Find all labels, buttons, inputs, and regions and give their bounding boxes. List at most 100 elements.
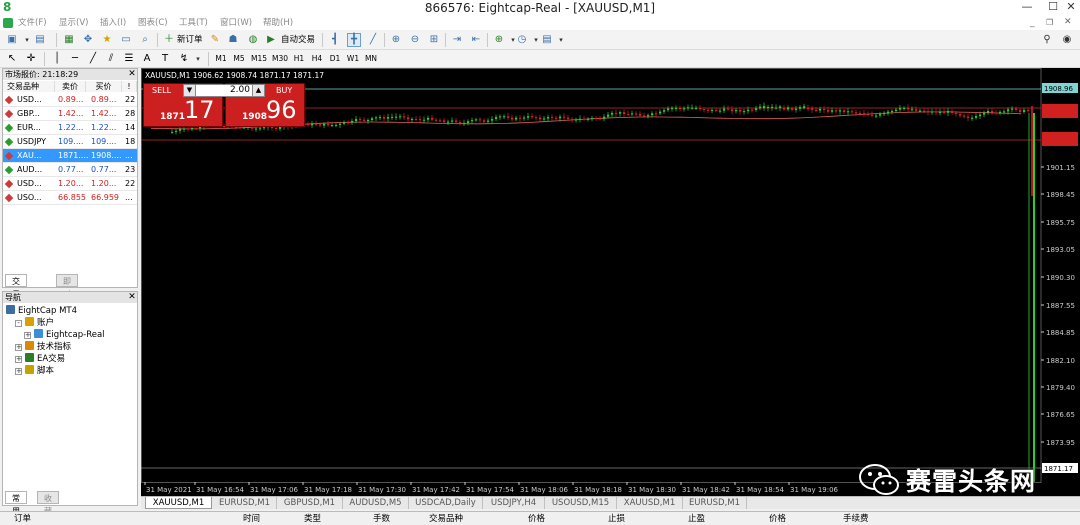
minimize-button[interactable]: —	[1014, 0, 1040, 14]
tab-favorites[interactable]: 收藏夹	[37, 491, 59, 525]
mdi-minimize-icon[interactable]: _	[1030, 18, 1035, 28]
market-icon[interactable]: ◍	[246, 33, 260, 47]
market-watch-row[interactable]: EUR... 1.22... 1.22... 14	[3, 121, 137, 135]
collapse-icon[interactable]: -	[15, 320, 22, 327]
close-button[interactable]: ✕	[1058, 0, 1080, 14]
period-m30[interactable]: M30	[270, 52, 290, 66]
auto-trading-icon[interactable]: ▶	[264, 33, 278, 47]
market-watch-row[interactable]: USD... 1.20... 1.20... 22	[3, 177, 137, 191]
chart-tab-usdjpy-h4[interactable]: USDJPY,H4	[483, 497, 545, 509]
lot-increase-icon[interactable]: ▲	[252, 85, 264, 96]
auto-trading-button[interactable]: 自动交易	[281, 33, 315, 47]
expand-icon[interactable]: +	[15, 368, 22, 375]
lot-decrease-icon[interactable]: ▼	[184, 85, 196, 96]
close-icon[interactable]: ✕	[127, 69, 137, 80]
tab-tick-chart[interactable]: 即时图	[56, 274, 78, 312]
column-header-lots[interactable]: 手数	[373, 514, 390, 525]
market-watch-row[interactable]: USD... 0.89... 0.89... 22	[3, 93, 137, 107]
menu-view[interactable]: 显示(V)	[59, 17, 88, 29]
chevron-down-icon[interactable]: ▾	[554, 33, 568, 47]
column-header-commission[interactable]: 手续费	[843, 514, 869, 525]
crosshair-icon[interactable]: ✛	[24, 52, 38, 66]
candlestick-icon[interactable]: ╋	[347, 33, 361, 47]
column-header-bid[interactable]: 卖价	[55, 81, 86, 92]
column-header-symbol[interactable]: 交易品种	[429, 514, 463, 525]
indicators-icon[interactable]: ⊕	[492, 33, 506, 47]
templates-icon[interactable]: ▤	[540, 33, 554, 47]
price-chart[interactable]: 1901.15 1898.45 1895.75 1893.05 1890.30 1887.…	[141, 68, 1080, 496]
lot-stepper[interactable]: ▼ 2.00 ▲	[183, 84, 265, 97]
signals-icon[interactable]: ☗	[226, 33, 240, 47]
chart-tab-usousd-m15[interactable]: USOUSD,M15	[545, 497, 617, 509]
new-chart-icon[interactable]: ▣	[5, 33, 19, 47]
tab-symbols[interactable]: 交易品种	[5, 274, 27, 325]
market-watch-row[interactable]: USO... 66.855 66.959...	[3, 191, 137, 205]
column-header-ask[interactable]: 买价	[86, 81, 122, 92]
column-header-current-price[interactable]: 价格	[769, 514, 786, 525]
cursor-icon[interactable]: ↖	[5, 52, 19, 66]
chart-tab-xauusd-m1-2[interactable]: XAUUSD,M1	[617, 497, 683, 509]
expand-icon[interactable]: +	[15, 356, 22, 363]
market-watch-row[interactable]: GBP... 1.42... 1.42... 28	[3, 107, 137, 121]
data-window-icon[interactable]: ✥	[81, 33, 95, 47]
line-chart-icon[interactable]: ╱	[366, 33, 380, 47]
column-header-order[interactable]: 订单	[14, 514, 31, 525]
new-order-icon[interactable]: ＋	[162, 33, 176, 47]
profiles-icon[interactable]: ▤	[33, 33, 47, 47]
channel-icon[interactable]: ⫽	[104, 52, 118, 66]
chevron-down-icon[interactable]: ▾	[20, 33, 34, 47]
chart-tab-xauusd-m1[interactable]: XAUUSD,M1	[145, 497, 212, 509]
period-m15[interactable]: M15	[249, 52, 269, 66]
chart-tab-eurusd-m1-2[interactable]: EURUSD,M1	[683, 497, 747, 509]
column-header-type[interactable]: 类型	[304, 514, 321, 525]
column-header-price[interactable]: 价格	[528, 514, 545, 525]
navigator-item[interactable]: - 账户	[6, 317, 136, 329]
chart-tab-eurusd-m1[interactable]: EURUSD,M1	[213, 497, 277, 509]
trendline-icon[interactable]: ╱	[86, 52, 100, 66]
menu-file[interactable]: 文件(F)	[18, 17, 47, 29]
strategy-tester-icon[interactable]: ⌕	[138, 33, 152, 47]
zoom-out-icon[interactable]: ⊖	[408, 33, 422, 47]
market-watch-row[interactable]: USDJPY 109.... 109.... 18	[3, 135, 137, 149]
navigator-item[interactable]: EightCap MT4	[6, 305, 136, 317]
menu-help[interactable]: 帮助(H)	[263, 17, 293, 29]
navigator-item[interactable]: + 脚本	[6, 365, 136, 377]
fibonacci-icon[interactable]: ☰	[122, 52, 136, 66]
period-m1[interactable]: M1	[213, 52, 229, 66]
market-watch-row[interactable]: AUD... 0.77... 0.77... 23	[3, 163, 137, 177]
chart-tab-gbpusd-m1[interactable]: GBPUSD,M1	[277, 497, 343, 509]
menu-tools[interactable]: 工具(T)	[179, 17, 208, 29]
period-mn[interactable]: MN	[363, 52, 379, 66]
arrows-icon[interactable]: ↯	[177, 52, 191, 66]
navigator-item[interactable]: + Eightcap-Real	[6, 329, 136, 341]
label-icon[interactable]: T	[158, 52, 172, 66]
vertical-line-icon[interactable]: │	[50, 52, 64, 66]
text-icon[interactable]: A	[140, 52, 154, 66]
tab-common[interactable]: 常用	[5, 491, 27, 516]
column-header-take-profit[interactable]: 止盈	[688, 514, 705, 525]
lot-size-input[interactable]: 2.00	[198, 85, 250, 96]
column-header-stop-loss[interactable]: 止损	[608, 514, 625, 525]
metaeditor-icon[interactable]: ✎	[208, 33, 222, 47]
community-icon[interactable]: ◉	[1060, 33, 1074, 47]
column-header-symbol[interactable]: 交易品种	[3, 81, 55, 92]
zoom-in-icon[interactable]: ⊕	[389, 33, 403, 47]
horizontal-line-icon[interactable]: ─	[68, 52, 82, 66]
market-watch-icon[interactable]: ▦	[62, 33, 76, 47]
menu-chart[interactable]: 图表(C)	[138, 17, 168, 29]
navigator-icon[interactable]: ★	[100, 33, 114, 47]
period-h4[interactable]: H4	[309, 52, 325, 66]
periods-icon[interactable]: ◷	[515, 33, 529, 47]
period-d1[interactable]: D1	[327, 52, 343, 66]
chevron-down-icon[interactable]: ▾	[191, 52, 205, 66]
expand-icon[interactable]: +	[24, 332, 31, 339]
column-header-time[interactable]: 时间	[243, 514, 260, 525]
expand-icon[interactable]: +	[15, 344, 22, 351]
market-watch-row[interactable]: XAU... 1871.... 1908.......	[3, 149, 137, 163]
mdi-restore-icon[interactable]: ❐	[1046, 18, 1053, 27]
chart-shift-icon[interactable]: ⇤	[469, 33, 483, 47]
chart-tab-usdcad-daily[interactable]: USDCAD,Daily	[409, 497, 483, 509]
close-icon[interactable]: ✕	[127, 292, 137, 303]
search-icon[interactable]: ⚲	[1040, 33, 1054, 47]
period-h1[interactable]: H1	[291, 52, 307, 66]
